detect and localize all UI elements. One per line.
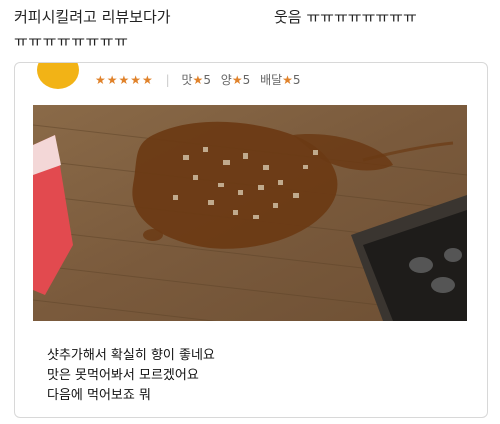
metric-value: 5 bbox=[242, 73, 251, 87]
review-card: ★★★★★ | 맛★5 양★5 배달★5 샷추가해서 확실히 향이 좋네요 맛은… bbox=[14, 62, 488, 418]
reviewer-avatar[interactable] bbox=[35, 63, 81, 91]
overall-stars: ★★★★★ bbox=[95, 73, 154, 87]
metric-label: 맛 bbox=[181, 73, 193, 87]
metric-label: 양 bbox=[220, 73, 232, 87]
caption-line1-right: 웃음 ㅠㅠㅠㅠㅠㅠㅠㅠ bbox=[274, 8, 417, 26]
metric-label: 배달 bbox=[260, 73, 283, 87]
rating-row: ★★★★★ | 맛★5 양★5 배달★5 bbox=[95, 71, 307, 88]
rating-divider: | bbox=[165, 73, 170, 87]
star-icon: ★ bbox=[231, 73, 243, 87]
metric-delivery: 배달★5 bbox=[260, 73, 301, 87]
star-icon: ★ bbox=[282, 73, 293, 87]
metric-amount: 양★5 bbox=[221, 73, 254, 87]
review-line: 다음에 먹어보죠 뭐 bbox=[47, 388, 151, 403]
review-text: 샷추가해서 확실히 향이 좋네요 맛은 못먹어봐서 모르겠어요 다음에 먹어보죠… bbox=[47, 346, 215, 406]
review-line: 맛은 못먹어봐서 모르겠어요 bbox=[47, 368, 199, 383]
review-line: 샷추가해서 확실히 향이 좋네요 bbox=[47, 348, 215, 363]
metric-value: 5 bbox=[203, 73, 211, 87]
metric-taste: 맛★5 bbox=[182, 73, 215, 87]
caption-line1-left: 커피시킬려고 리뷰보다가 bbox=[14, 8, 171, 26]
caption-line2: ㅠㅠㅠㅠㅠㅠㅠㅠ bbox=[14, 32, 129, 50]
spilled-coffee-image bbox=[33, 105, 467, 321]
review-photo[interactable] bbox=[33, 105, 467, 321]
star-icon: ★ bbox=[192, 73, 204, 87]
metric-value: 5 bbox=[292, 73, 301, 87]
